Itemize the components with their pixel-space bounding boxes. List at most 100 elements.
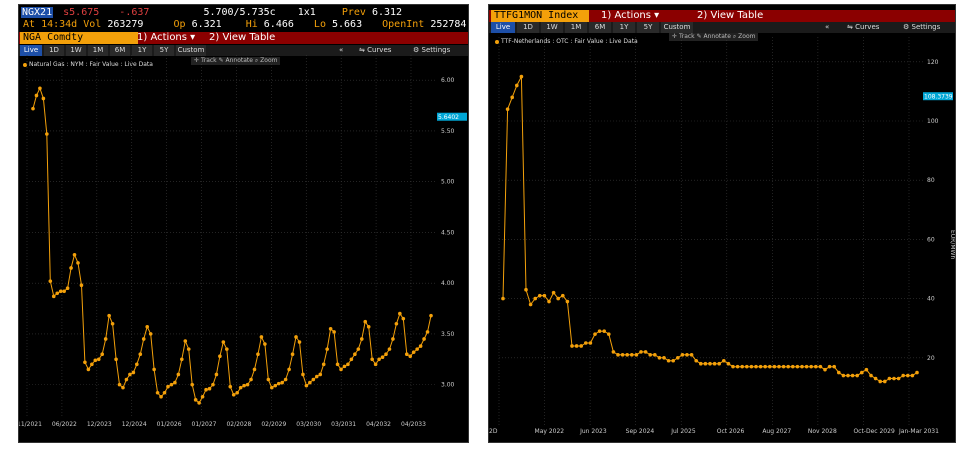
data-point [321, 362, 326, 367]
data-point [699, 361, 703, 366]
data-point [823, 367, 827, 372]
data-point [749, 364, 754, 369]
data-point [287, 367, 291, 372]
data-point [896, 376, 901, 381]
ttf-price-chart[interactable]: 120 100 80 60 40 20 2D May 2022 Jun 2023 Sep 2024… [489, 5, 955, 442]
data-point [270, 385, 274, 390]
data-point [200, 395, 205, 399]
data-point [538, 293, 542, 298]
data-point [910, 373, 915, 378]
data-point [689, 353, 694, 357]
data-point [864, 367, 869, 372]
data-point [561, 293, 565, 298]
data-point [180, 357, 184, 362]
data-point [114, 357, 118, 362]
data-point [169, 382, 174, 387]
data-point [332, 330, 336, 334]
series-line [32, 86, 432, 404]
data-point [124, 377, 129, 382]
data-point [758, 364, 763, 369]
data-point [218, 354, 222, 359]
data-point [145, 324, 150, 329]
x-tick-label: 03/2030 [296, 421, 321, 428]
x-tick-label: 04/2032 [366, 421, 391, 428]
data-point [346, 362, 350, 367]
x-tick-label: Nov 2028 [808, 428, 837, 435]
x-tick-label: 01/2027 [192, 421, 217, 428]
data-point [602, 329, 606, 333]
data-point [34, 93, 39, 98]
y-tick-label: 5.00 [441, 179, 455, 186]
data-point [519, 74, 524, 79]
data-point [814, 364, 818, 369]
data-point [110, 321, 115, 326]
data-point [176, 372, 181, 377]
data-point [31, 106, 35, 111]
x-tick-label: Oct-Dec 2029 [853, 428, 895, 435]
data-point [193, 398, 198, 402]
data-point [408, 354, 413, 359]
data-point [731, 364, 735, 369]
data-point [657, 356, 662, 360]
data-point [547, 299, 551, 304]
y-tick-label: 40 [927, 296, 935, 303]
data-point [283, 377, 288, 382]
data-point [117, 382, 122, 387]
data-point [804, 364, 809, 369]
data-point [301, 372, 305, 377]
y-tick-label: 6.00 [441, 77, 455, 84]
data-point [616, 353, 620, 357]
y-tick-label: 20 [927, 355, 935, 362]
x-tick-label: Jan-Mar 2031 [898, 428, 939, 435]
data-point [740, 364, 744, 369]
data-point [252, 367, 257, 372]
data-point [128, 372, 132, 377]
data-point [653, 353, 657, 357]
data-point [837, 370, 841, 375]
series-line [502, 76, 918, 382]
data-point [869, 373, 873, 378]
data-point [245, 382, 250, 387]
current-value-label: 5.6402 [438, 114, 459, 121]
data-point [183, 339, 188, 343]
y-tick-label: 4.50 [441, 229, 455, 236]
x-tick-label: 02/2028 [226, 421, 251, 428]
y-axis-label: EUR/MWh [949, 230, 955, 259]
x-tick-label: May 2022 [535, 428, 565, 435]
data-point [772, 364, 777, 369]
y-tick-label: 3.50 [441, 331, 455, 338]
data-point [401, 316, 406, 321]
data-point [96, 357, 101, 362]
y-tick-label: 100 [927, 118, 939, 125]
x-tick-label: 12/2024 [122, 421, 147, 428]
ng-price-chart[interactable]: 6.00 5.50 5.00 4.50 4.00 3.50 3.00 11/2021 06/20… [19, 5, 468, 442]
data-point [726, 361, 731, 366]
data-point [722, 358, 726, 363]
data-point [214, 372, 219, 377]
data-point [887, 376, 892, 381]
data-point [76, 261, 80, 265]
data-point [892, 376, 896, 381]
data-point [308, 380, 312, 385]
data-point [855, 373, 859, 378]
data-point [579, 344, 583, 348]
data-point [280, 380, 284, 385]
data-point [173, 380, 177, 385]
data-point [524, 287, 528, 292]
y-tick-label: 3.00 [441, 382, 455, 389]
data-point [671, 358, 675, 363]
x-tick-label: Sep 2024 [626, 428, 655, 435]
x-tick-label: Oct 2026 [717, 428, 745, 435]
data-point [69, 266, 73, 270]
data-point [846, 373, 850, 378]
data-point [242, 383, 246, 388]
x-tick-label: 03/2031 [331, 421, 356, 428]
data-point [883, 379, 887, 384]
data-point [297, 340, 302, 344]
data-point [574, 344, 579, 348]
data-point [107, 313, 111, 318]
data-point [528, 302, 533, 307]
data-point [370, 357, 374, 362]
data-point [648, 353, 652, 357]
y-tick-label: 4.00 [441, 280, 455, 287]
